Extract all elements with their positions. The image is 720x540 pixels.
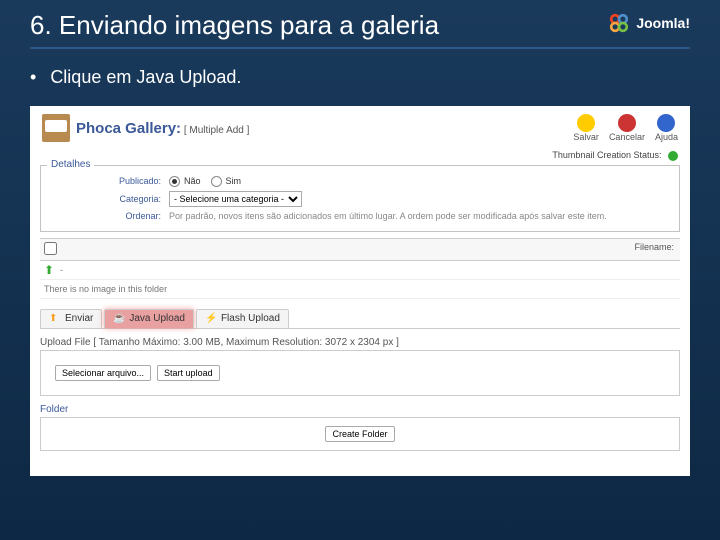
upload-limits: Upload File [ Tamanho Máximo: 3.00 MB, M… bbox=[40, 337, 680, 348]
tab-flash-upload[interactable]: ⚡ Flash Upload bbox=[196, 309, 289, 328]
joomla-logo: Joomla! bbox=[606, 10, 690, 36]
select-all-checkbox[interactable] bbox=[44, 242, 57, 255]
tab-send[interactable]: ⬆ Enviar bbox=[40, 309, 102, 328]
order-hint: Por padrão, novos itens são adicionados … bbox=[169, 211, 607, 221]
save-icon bbox=[577, 114, 595, 132]
phoca-gallery-icon bbox=[42, 114, 70, 142]
list-header: Filename: bbox=[40, 238, 680, 261]
cancel-icon bbox=[618, 114, 636, 132]
checkbox-header[interactable] bbox=[40, 239, 60, 260]
create-folder-button[interactable]: Create Folder bbox=[325, 426, 394, 442]
tab-send-label: Enviar bbox=[65, 313, 93, 324]
help-label: Ajuda bbox=[655, 132, 678, 142]
start-upload-button[interactable]: Start upload bbox=[157, 365, 220, 381]
category-select[interactable]: - Selecione uma categoria - bbox=[169, 191, 302, 207]
published-yes-radio[interactable]: Sim bbox=[211, 176, 242, 187]
up-folder-icon: ⬆ bbox=[44, 263, 54, 277]
app-subtitle: [ Multiple Add ] bbox=[184, 125, 250, 136]
category-label: Categoria: bbox=[49, 194, 169, 204]
folder-legend: Folder bbox=[40, 404, 680, 415]
save-button[interactable]: Salvar bbox=[573, 114, 599, 142]
slide-bullet: Clique em Java Upload. bbox=[30, 67, 690, 88]
tab-java-label: Java Upload bbox=[129, 313, 185, 324]
up-label: - bbox=[60, 265, 63, 275]
published-no-text: Não bbox=[184, 176, 201, 186]
cancel-label: Cancelar bbox=[609, 132, 645, 142]
logo-text: Joomla! bbox=[636, 15, 690, 31]
list-empty-row: There is no image in this folder bbox=[40, 280, 680, 299]
upload-tabs: ⬆ Enviar ☕ Java Upload ⚡ Flash Upload bbox=[40, 309, 680, 329]
upload-box: Selecionar arquivo... Start upload bbox=[40, 350, 680, 396]
details-legend: Detalhes bbox=[47, 159, 94, 170]
java-icon: ☕ bbox=[113, 313, 125, 325]
published-no-radio[interactable]: Não bbox=[169, 176, 201, 187]
cancel-button[interactable]: Cancelar bbox=[609, 114, 645, 142]
slide-title: 6. Enviando imagens para a galeria bbox=[30, 10, 439, 41]
empty-text: There is no image in this folder bbox=[40, 282, 171, 296]
tab-flash-label: Flash Upload bbox=[221, 313, 280, 324]
radio-icon bbox=[211, 176, 222, 187]
help-icon bbox=[657, 114, 675, 132]
radio-icon bbox=[169, 176, 180, 187]
app-title: Phoca Gallery: bbox=[76, 120, 181, 137]
flash-icon: ⚡ bbox=[205, 313, 217, 325]
save-label: Salvar bbox=[573, 132, 599, 142]
status-dot-icon bbox=[668, 151, 678, 161]
folder-box: Create Folder bbox=[40, 417, 680, 451]
tab-java-upload[interactable]: ☕ Java Upload bbox=[104, 309, 194, 328]
order-label: Ordenar: bbox=[49, 211, 169, 221]
upload-arrow-icon: ⬆ bbox=[49, 313, 61, 325]
help-button[interactable]: Ajuda bbox=[655, 114, 678, 142]
details-fieldset: Detalhes Publicado: Não Sim Categoria: -… bbox=[40, 165, 680, 232]
joomla-icon bbox=[606, 10, 632, 36]
published-yes-text: Sim bbox=[226, 176, 242, 186]
published-label: Publicado: bbox=[49, 176, 169, 186]
thumb-status-label: Thumbnail Creation Status: bbox=[552, 150, 661, 160]
slide-header: 6. Enviando imagens para a galeria Jooml… bbox=[30, 10, 690, 49]
choose-file-button[interactable]: Selecionar arquivo... bbox=[55, 365, 151, 381]
thumb-status-row: Thumbnail Creation Status: bbox=[34, 146, 686, 163]
list-up-row[interactable]: ⬆ - bbox=[40, 261, 680, 280]
embedded-screenshot: Phoca Gallery: [ Multiple Add ] Salvar C… bbox=[30, 106, 690, 476]
filename-header: Filename: bbox=[60, 239, 680, 260]
